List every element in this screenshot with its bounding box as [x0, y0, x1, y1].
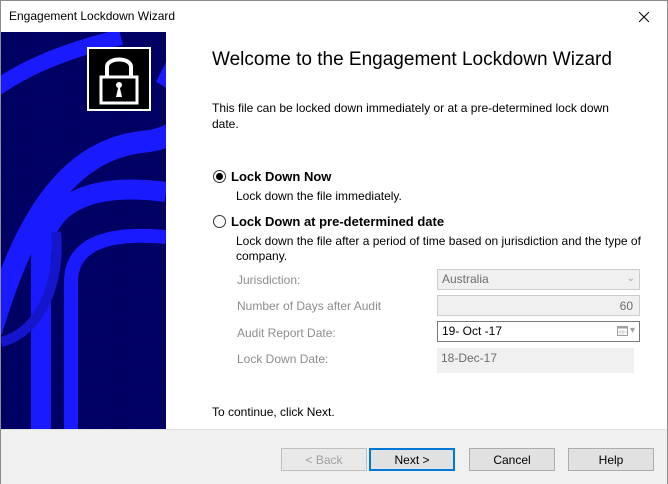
jurisdiction-label: Jurisdiction: — [237, 273, 301, 287]
chevron-down-icon: ⌄ — [626, 273, 635, 284]
page-title: Welcome to the Engagement Lockdown Wizar… — [212, 49, 612, 70]
next-button[interactable]: Next > — [369, 448, 455, 471]
close-icon — [639, 11, 649, 22]
lock-down-now-label: Lock Down Now — [231, 169, 332, 184]
lock-down-now-radio[interactable] — [213, 170, 226, 183]
lock-down-later-radio[interactable] — [213, 215, 226, 228]
wizard-footer: < Back Next > Cancel Help — [1, 429, 667, 484]
lock-down-date-label: Lock Down Date: — [237, 352, 329, 366]
lock-down-later-option[interactable]: Lock Down at pre-determined date — [213, 214, 444, 229]
lock-down-now-option[interactable]: Lock Down Now — [213, 169, 331, 184]
lock-down-later-label: Lock Down at pre-determined date — [231, 214, 445, 229]
audit-report-date-label: Audit Report Date: — [237, 326, 336, 340]
lock-down-date-value: 18-Dec-17 — [437, 348, 634, 373]
calendar-dropdown[interactable]: ▾ — [616, 325, 635, 336]
days-after-audit-input[interactable]: 60 — [437, 295, 640, 316]
days-after-audit-label: Number of Days after Audit — [237, 299, 382, 313]
title-bar: Engagement Lockdown Wizard — [1, 1, 667, 32]
jurisdiction-value: Australia — [442, 271, 489, 286]
audit-report-date-value: 19- Oct -17 — [442, 323, 503, 338]
wizard-content: Welcome to the Engagement Lockdown Wizar… — [166, 32, 667, 429]
wizard-window: Engagement Lockdown Wizard Welcome to th… — [0, 0, 668, 484]
cancel-button[interactable]: Cancel — [469, 448, 555, 471]
wizard-side-banner — [1, 32, 166, 429]
window-title: Engagement Lockdown Wizard — [9, 9, 176, 23]
padlock-icon — [99, 57, 139, 105]
help-button[interactable]: Help — [568, 448, 654, 471]
jurisdiction-select[interactable]: Australia ⌄ — [437, 269, 640, 290]
lock-badge — [87, 47, 151, 111]
chevron-down-icon: ▾ — [629, 325, 635, 336]
back-button[interactable]: < Back — [281, 448, 367, 471]
audit-report-date-picker[interactable]: 19- Oct -17 ▾ — [437, 321, 640, 342]
intro-text: This file can be locked down immediately… — [212, 101, 609, 131]
lock-down-later-description: Lock down the file after a period of tim… — [236, 234, 641, 263]
lock-down-now-description: Lock down the file immediately. — [236, 189, 402, 203]
close-button[interactable] — [621, 1, 667, 32]
calendar-icon — [616, 326, 628, 336]
continue-instruction: To continue, click Next. — [212, 405, 335, 419]
